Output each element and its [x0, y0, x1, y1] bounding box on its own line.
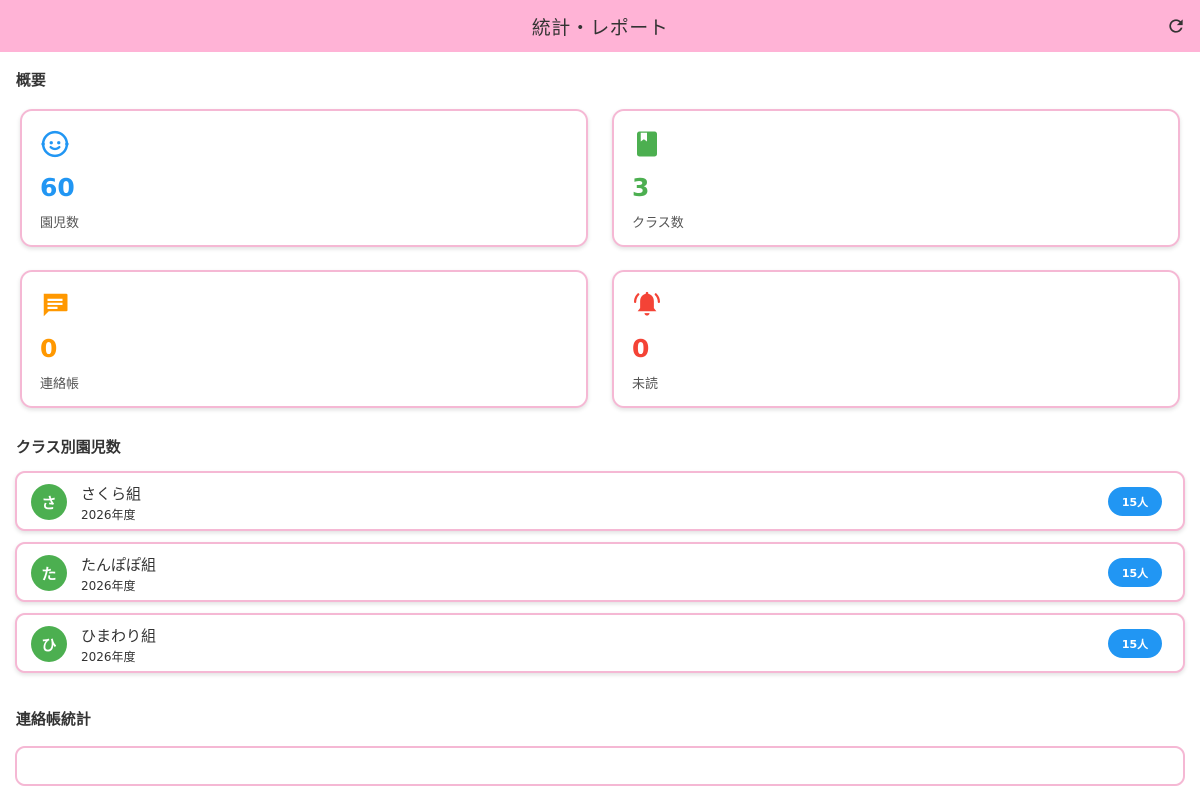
class-avatar: た: [31, 555, 67, 591]
class-name: たんぽぽ組: [81, 556, 157, 574]
class-count-badge: 15人: [1108, 629, 1162, 658]
overview-section-title: 概要: [16, 71, 47, 89]
stat-label: 未読: [632, 377, 659, 392]
class-count-badge: 15人: [1108, 487, 1162, 516]
stat-label: クラス数: [632, 216, 684, 231]
message-icon: [43, 293, 68, 317]
refresh-button[interactable]: [1164, 14, 1188, 38]
class-row[interactable]: た たんぽぽ組 2026年度 15人: [15, 542, 1185, 602]
stat-label: 連絡帳: [40, 377, 80, 392]
class-avatar: さ: [31, 484, 67, 520]
stat-value: 0: [632, 334, 650, 363]
stat-card-classes[interactable]: 3 クラス数: [612, 109, 1180, 247]
page-title: 統計・レポート: [531, 16, 669, 39]
class-year: 2026年度: [81, 579, 136, 593]
class-row[interactable]: ひ ひまわり組 2026年度 15人: [15, 613, 1185, 673]
bell-ringing-icon: [634, 291, 660, 316]
refresh-icon: [1169, 19, 1183, 33]
stat-card-children[interactable]: 60 園児数: [20, 109, 588, 247]
stat-value: 3: [632, 173, 650, 202]
stat-card-unread[interactable]: 0 未読: [612, 270, 1180, 408]
stat-value: 60: [40, 173, 75, 202]
class-row[interactable]: さ さくら組 2026年度 15人: [15, 471, 1185, 531]
notebook-stats-card: [15, 746, 1185, 786]
class-avatar: ひ: [31, 626, 67, 662]
stat-label: 園児数: [40, 216, 80, 231]
stat-value: 0: [40, 334, 58, 363]
child-face-icon: [41, 130, 69, 158]
class-year: 2026年度: [81, 650, 136, 664]
app-bar: 統計・レポート: [0, 0, 1200, 52]
book-icon: [637, 131, 657, 157]
class-name: ひまわり組: [81, 627, 157, 645]
classes-section-title: クラス別園児数: [16, 438, 121, 456]
class-count-badge: 15人: [1108, 558, 1162, 587]
class-year: 2026年度: [81, 508, 136, 522]
stat-card-notebooks[interactable]: 0 連絡帳: [20, 270, 588, 408]
notebook-stats-section-title: 連絡帳統計: [16, 710, 92, 728]
class-name: さくら組: [81, 485, 142, 503]
